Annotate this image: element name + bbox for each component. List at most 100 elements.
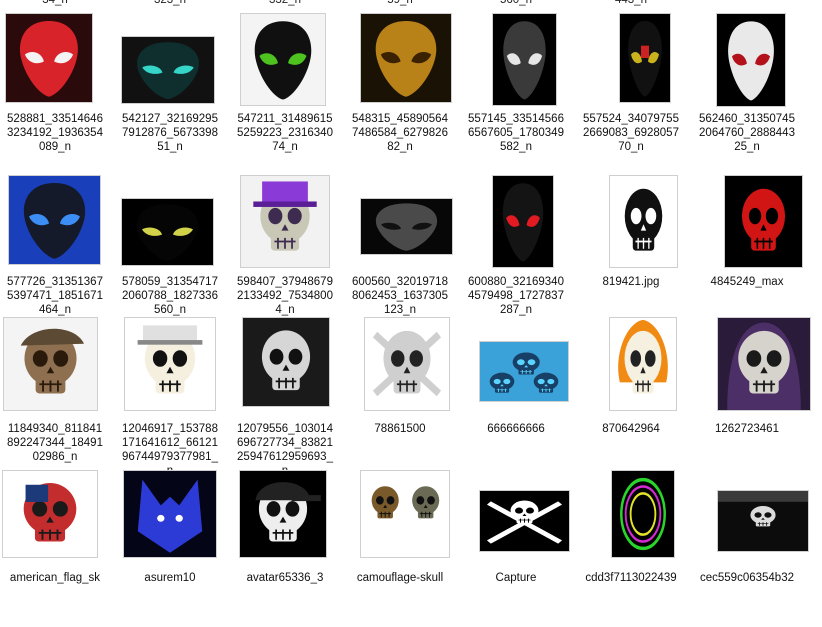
file-item[interactable]: 666666666 [457,322,575,472]
file-item[interactable]: cec559c06354b32 [688,477,808,627]
flag-skull-icon[interactable] [3,471,97,557]
file-name-line: 25947612959693_ [237,451,333,463]
file-item[interactable]: 1262723461 [688,318,810,472]
rainbow-skull-icon[interactable] [612,471,674,557]
file-name-line: 5397471_1851671 [7,290,103,302]
file-name-line: 7912876_5673398 [122,127,218,139]
punisher-skull-icon[interactable] [610,176,677,267]
file-item[interactable]: 557524_34079755 2669083_6928057 70_n [572,12,690,162]
file-item[interactable]: camouflage-skull [341,471,459,627]
gold-skull-alien-icon[interactable] [361,14,451,102]
file-name-line: 2064760_2888443 [699,127,795,139]
teal-alien-icon[interactable] [122,37,214,103]
file-name-line: 870642964 [602,423,660,435]
green-eye-alien-icon[interactable] [241,14,325,105]
file-name-label: 666666666 [457,422,575,436]
previous-row-label[interactable]: 560_n [457,0,575,6]
file-name-line: 600560_32019718 [352,276,448,288]
file-item[interactable]: 4845249_max [688,175,806,325]
file-name-line: 70_n [618,141,644,153]
file-item[interactable]: 11849340_811841 892247344_18491 02986_n [0,318,114,472]
dark-alien-icon[interactable] [122,199,213,265]
file-name-line: 819421.jpg [602,276,660,288]
file-name-line: 557524_34079755 [583,113,679,125]
file-name-line: 25_n [734,141,760,153]
file-name-label: 548315_45890564 7486584_6279826 82_n [341,112,459,154]
file-item[interactable]: Capture [457,477,575,627]
file-name-line: 287_n [500,304,532,316]
file-item[interactable]: 819421.jpg [572,175,690,325]
file-name-line: 02986_n [32,451,78,463]
file-item[interactable]: 78861500 [341,318,459,472]
file-name-line: 12046917_153788 [122,423,218,435]
dark-skull-banner-icon[interactable] [718,491,808,551]
file-item[interactable]: 562460_31350745 2064760_2888443 25_n [688,12,806,162]
file-name-line: 548315_45890564 [352,113,448,125]
silver-alien-icon[interactable] [493,14,556,105]
file-name-label: 557524_34079755 2669083_6928057 70_n [572,112,690,154]
file-name-label: 542127_32169295 7912876_5673398 51_n [111,112,229,154]
file-item[interactable]: 600560_32019718 8062453_1637305 123_n [341,175,459,325]
red-alien-icon[interactable] [6,14,92,102]
file-item[interactable]: 542127_32169295 7912876_5673398 51_n [111,12,229,162]
file-item[interactable]: 578059_31354717 2060788_1827336 560_n [111,175,229,325]
file-name-label: 547211_31489615 5259223_2316340 74_n [226,112,344,154]
file-name-line: 96744979377981_ [122,451,218,463]
file-item[interactable]: 557145_33514566 6567605_1780349 582_n [457,12,575,162]
anonymous-logo-icon[interactable] [243,318,329,406]
file-name-line: 4845249_max [710,276,784,288]
grey-alien-icon[interactable] [361,199,452,254]
file-name-line: 666666666 [487,423,545,435]
crossbones-skull-icon[interactable] [365,318,449,410]
anonymous-mask-icon[interactable] [125,318,215,410]
file-name-label: 12046917_153788 171641612_66121 9674497937… [111,422,229,478]
file-item[interactable]: 870642964 [572,318,690,472]
file-name-line: 582_n [500,141,532,153]
blue-skulls-icon[interactable] [480,342,568,401]
blue-wolf-icon[interactable] [124,471,216,557]
file-name-line: 696727734_83821 [237,437,333,449]
file-item[interactable]: 598407_37948679 2133492_7534800 4_n [226,175,344,325]
hooded-skull-icon[interactable] [718,318,810,410]
file-item[interactable]: asurem10 [111,471,229,627]
previous-row-label[interactable]: 443_n [572,0,690,6]
file-name-label: 528881_33514646 3234192_1936354 089_n [0,112,114,154]
file-item[interactable]: cdd3f7113022439 [572,471,690,627]
beret-skull-icon[interactable] [4,318,97,410]
red-eye-alien-icon[interactable] [493,176,553,267]
previous-row-label[interactable]: 323_n [111,0,229,6]
file-name-line: 464_n [39,304,71,316]
cap-skull-icon[interactable] [240,471,326,557]
file-name-line: 560_n [154,304,186,316]
camo-skull-icon[interactable] [361,471,449,557]
file-name-line: 5259223_2316340 [237,127,333,139]
file-name-line: 600880_32169340 [468,276,564,288]
red-skull-icon[interactable] [725,176,802,267]
crest-alien-icon[interactable] [717,14,785,106]
file-item[interactable]: avatar65336_3 [226,471,344,627]
file-item[interactable]: 547211_31489615 5259223_2316340 74_n [226,12,344,162]
file-name-line: 598407_37948679 [237,276,333,288]
file-item[interactable]: 600880_32169340 4579498_1727837 287_n [457,175,575,325]
file-item[interactable]: 12079556_103014 696727734_83821 2594761295… [226,318,344,477]
file-item[interactable]: american_flag_sk [0,471,114,627]
file-name-line: 528881_33514646 [7,113,103,125]
file-item[interactable]: 548315_45890564 7486584_6279826 82_n [341,12,459,162]
file-name-line: 578059_31354717 [122,276,218,288]
file-name-line: 74_n [272,141,298,153]
file-item[interactable]: 528881_33514646 3234192_1936354 089_n [0,12,114,162]
file-name-line: 892247344_18491 [7,437,103,449]
previous-row-label[interactable]: 332_n [226,0,344,6]
file-item[interactable]: 12046917_153788 171641612_66121 9674497937… [111,318,229,477]
jolly-roger-icon[interactable] [480,491,569,551]
flaming-skull-icon[interactable] [610,318,676,410]
monster-hat-skull-icon[interactable] [241,176,329,267]
file-item[interactable]: 577726_31351367 5397471_1851671 464_n [0,175,114,325]
previous-row-label[interactable]: 34_n [0,0,114,6]
file-name-line: 542127_32169295 [122,113,218,125]
file-name-line: 2060788_1827336 [122,290,218,302]
blue-alien-icon[interactable] [9,176,100,264]
file-name-line: 11849340_811841 [7,423,103,435]
emblem-alien-icon[interactable] [620,14,670,102]
previous-row-label[interactable]: 59_n [341,0,459,6]
